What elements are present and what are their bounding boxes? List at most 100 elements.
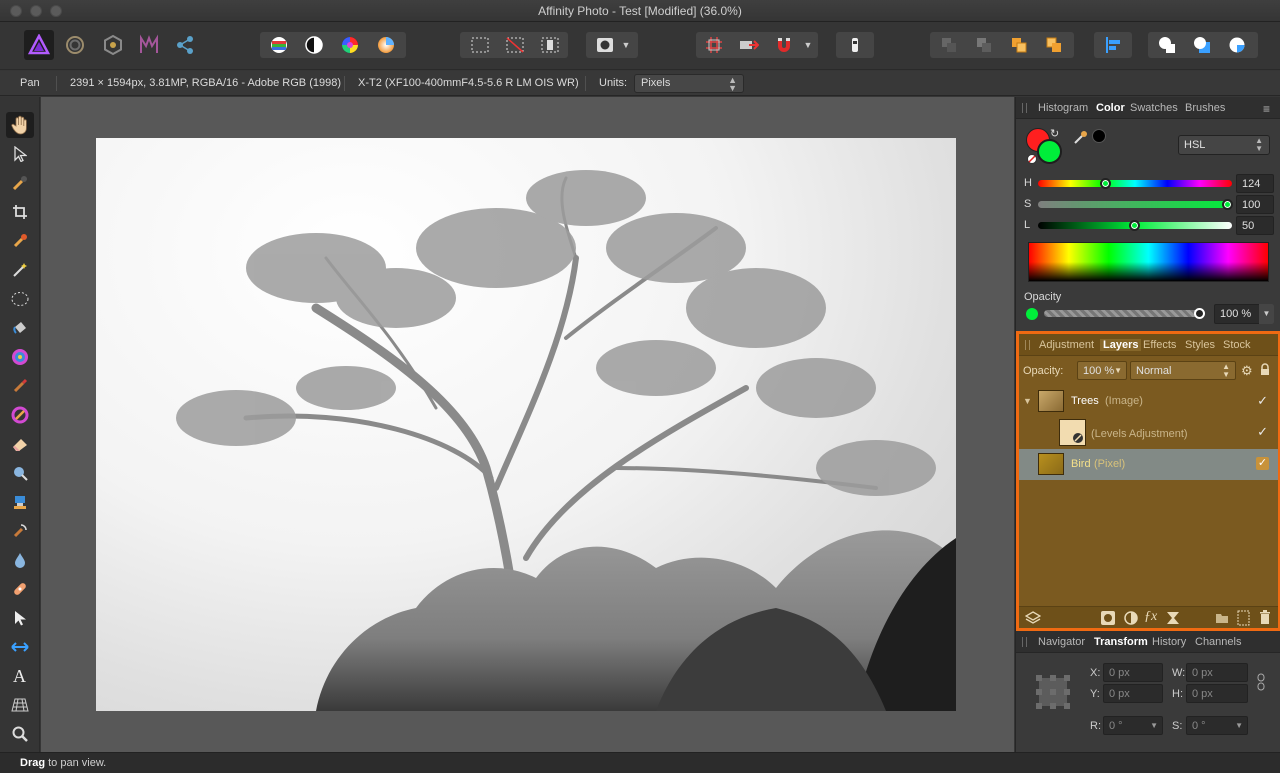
deselect-icon[interactable] [500,32,530,58]
photo-persona-icon[interactable] [24,30,54,60]
subtract-shapes-icon[interactable] [1187,32,1217,58]
x-field[interactable]: 0 px [1103,663,1163,682]
canvas-area[interactable] [41,97,1014,752]
move-to-back-icon[interactable] [934,32,964,58]
layers-stack-icon[interactable] [1025,610,1041,626]
lock-aspect-chain-icon[interactable] [1257,673,1265,691]
opacity-value-field[interactable]: 100 % ▼ [1214,304,1274,324]
hue-slider-knob[interactable] [1100,178,1111,189]
erase-brush-tool-icon[interactable] [6,431,34,457]
hue-slider[interactable] [1038,180,1232,187]
layer-row-bird[interactable]: Bird (Pixel) ✓ [1019,449,1278,480]
opacity-dropdown-chevron-down-icon[interactable]: ▼ [1259,304,1274,324]
hsl-icon[interactable] [335,32,365,58]
selection-brush-tool-icon[interactable] [6,228,34,254]
flood-fill-tool-icon[interactable] [6,315,34,341]
dodge-brush-tool-icon[interactable] [6,460,34,486]
tab-history[interactable]: History [1152,636,1186,648]
tab-histogram[interactable]: Histogram [1038,102,1088,114]
tone-mapping-persona-icon[interactable] [134,30,164,60]
marquee-select-icon[interactable] [465,32,495,58]
lock-icon[interactable] [1260,363,1270,376]
align-left-icon[interactable] [1098,32,1128,58]
blur-brush-tool-icon[interactable] [6,547,34,573]
tab-stock[interactable]: Stock [1223,339,1251,351]
tab-swatches[interactable]: Swatches [1130,102,1178,114]
tab-layers[interactable]: Layers [1100,339,1142,351]
color-model-select[interactable]: HSL ▲ ▼ [1178,135,1270,155]
pixel-grid-icon[interactable] [699,32,729,58]
opacity-slider[interactable] [1044,310,1204,317]
panel-grip-icon[interactable] [1022,637,1027,647]
rotation-field[interactable]: 0 ° ▼ [1103,716,1163,735]
w-field[interactable]: 0 px [1186,663,1248,682]
y-field[interactable]: 0 px [1103,684,1163,703]
panel-grip-icon[interactable] [1022,103,1027,113]
adjustment-layer-icon[interactable] [1124,611,1138,625]
anchor-point-selector[interactable] [1036,675,1070,709]
layer-visibility-checkbox[interactable]: ✓ [1257,393,1268,409]
quick-mask-icon[interactable] [590,32,620,58]
panel-menu-icon[interactable]: ≡ [1263,102,1270,116]
flood-select-tool-icon[interactable] [6,257,34,283]
expand-triangle-icon[interactable]: ▼ [1023,396,1032,406]
zoom-tool-icon[interactable] [6,721,34,747]
layer-opacity-field[interactable]: 100 % ▼ [1077,361,1127,380]
levels-icon[interactable] [264,32,294,58]
assistant-manager-icon[interactable] [840,32,870,58]
layer-row-trees[interactable]: ▼ Trees (Image) ✓ [1019,386,1278,417]
tab-navigator[interactable]: Navigator [1038,636,1085,648]
marquee-tool-icon[interactable] [6,286,34,312]
move-to-front-icon[interactable] [1039,32,1069,58]
intersect-shapes-icon[interactable] [1222,32,1252,58]
snapping-dropdown-chevron-down-icon[interactable]: ▼ [800,32,816,58]
lightness-value-field[interactable]: 50 [1236,216,1274,235]
delete-layer-trash-icon[interactable] [1259,610,1271,625]
hue-value-field[interactable]: 124 [1236,174,1274,193]
add-shapes-icon[interactable] [1152,32,1182,58]
tab-effects[interactable]: Effects [1143,339,1176,351]
units-select[interactable]: Pixels ▲ ▼ [634,74,744,93]
opacity-slider-knob[interactable] [1194,308,1205,319]
mesh-warp-tool-icon[interactable] [6,634,34,660]
fx-icon[interactable]: ƒx [1144,609,1157,625]
node-tool-icon[interactable] [6,605,34,631]
lightness-slider-knob[interactable] [1129,220,1140,231]
group-folder-icon[interactable] [1215,612,1229,624]
h-field[interactable]: 0 px [1186,684,1248,703]
move-forward-one-icon[interactable] [1004,32,1034,58]
live-filter-icon[interactable] [1166,611,1180,625]
layer-visibility-checkbox[interactable]: ✓ [1257,424,1268,440]
color-spectrum[interactable] [1028,242,1269,282]
perspective-tool-icon[interactable] [6,692,34,718]
swap-colors-icon[interactable]: ↻ [1050,127,1059,140]
eyedropper-icon[interactable] [1074,130,1088,144]
inpainting-brush-tool-icon[interactable] [6,576,34,602]
add-pixel-layer-icon[interactable] [1237,610,1250,626]
crop-tool-icon[interactable] [6,199,34,225]
snapping-magnet-icon[interactable] [769,32,799,58]
liquify-persona-icon[interactable] [60,30,90,60]
undo-brush-tool-icon[interactable] [6,518,34,544]
force-pixel-alignment-icon[interactable] [734,32,764,58]
color-picker-tool-icon[interactable] [6,170,34,196]
recolor-icon[interactable] [371,32,401,58]
export-persona-icon[interactable] [170,30,200,60]
color-replacement-tool-icon[interactable] [6,402,34,428]
shear-field[interactable]: 0 ° ▼ [1186,716,1248,735]
panel-grip-icon[interactable] [1025,340,1030,350]
text-tool-icon[interactable]: A [6,663,34,689]
picked-color-swatch[interactable] [1092,129,1106,143]
document-photo[interactable] [96,138,956,711]
layer-settings-gear-icon[interactable]: ⚙ [1241,363,1253,379]
saturation-value-field[interactable]: 100 [1236,195,1274,214]
layer-row-levels[interactable]: (Levels Adjustment) ✓ [1019,417,1278,448]
tab-adjustment[interactable]: Adjustment [1039,339,1094,351]
saturation-slider-knob[interactable] [1222,199,1233,210]
saturation-slider[interactable] [1038,201,1232,208]
hand-tool-icon[interactable] [6,112,34,138]
quick-mask-dropdown-chevron-down-icon[interactable]: ▼ [618,32,634,58]
mask-layer-icon[interactable] [1101,611,1115,625]
blend-mode-select[interactable]: Normal ▲ ▼ [1130,361,1236,380]
gradient-tool-icon[interactable] [6,344,34,370]
